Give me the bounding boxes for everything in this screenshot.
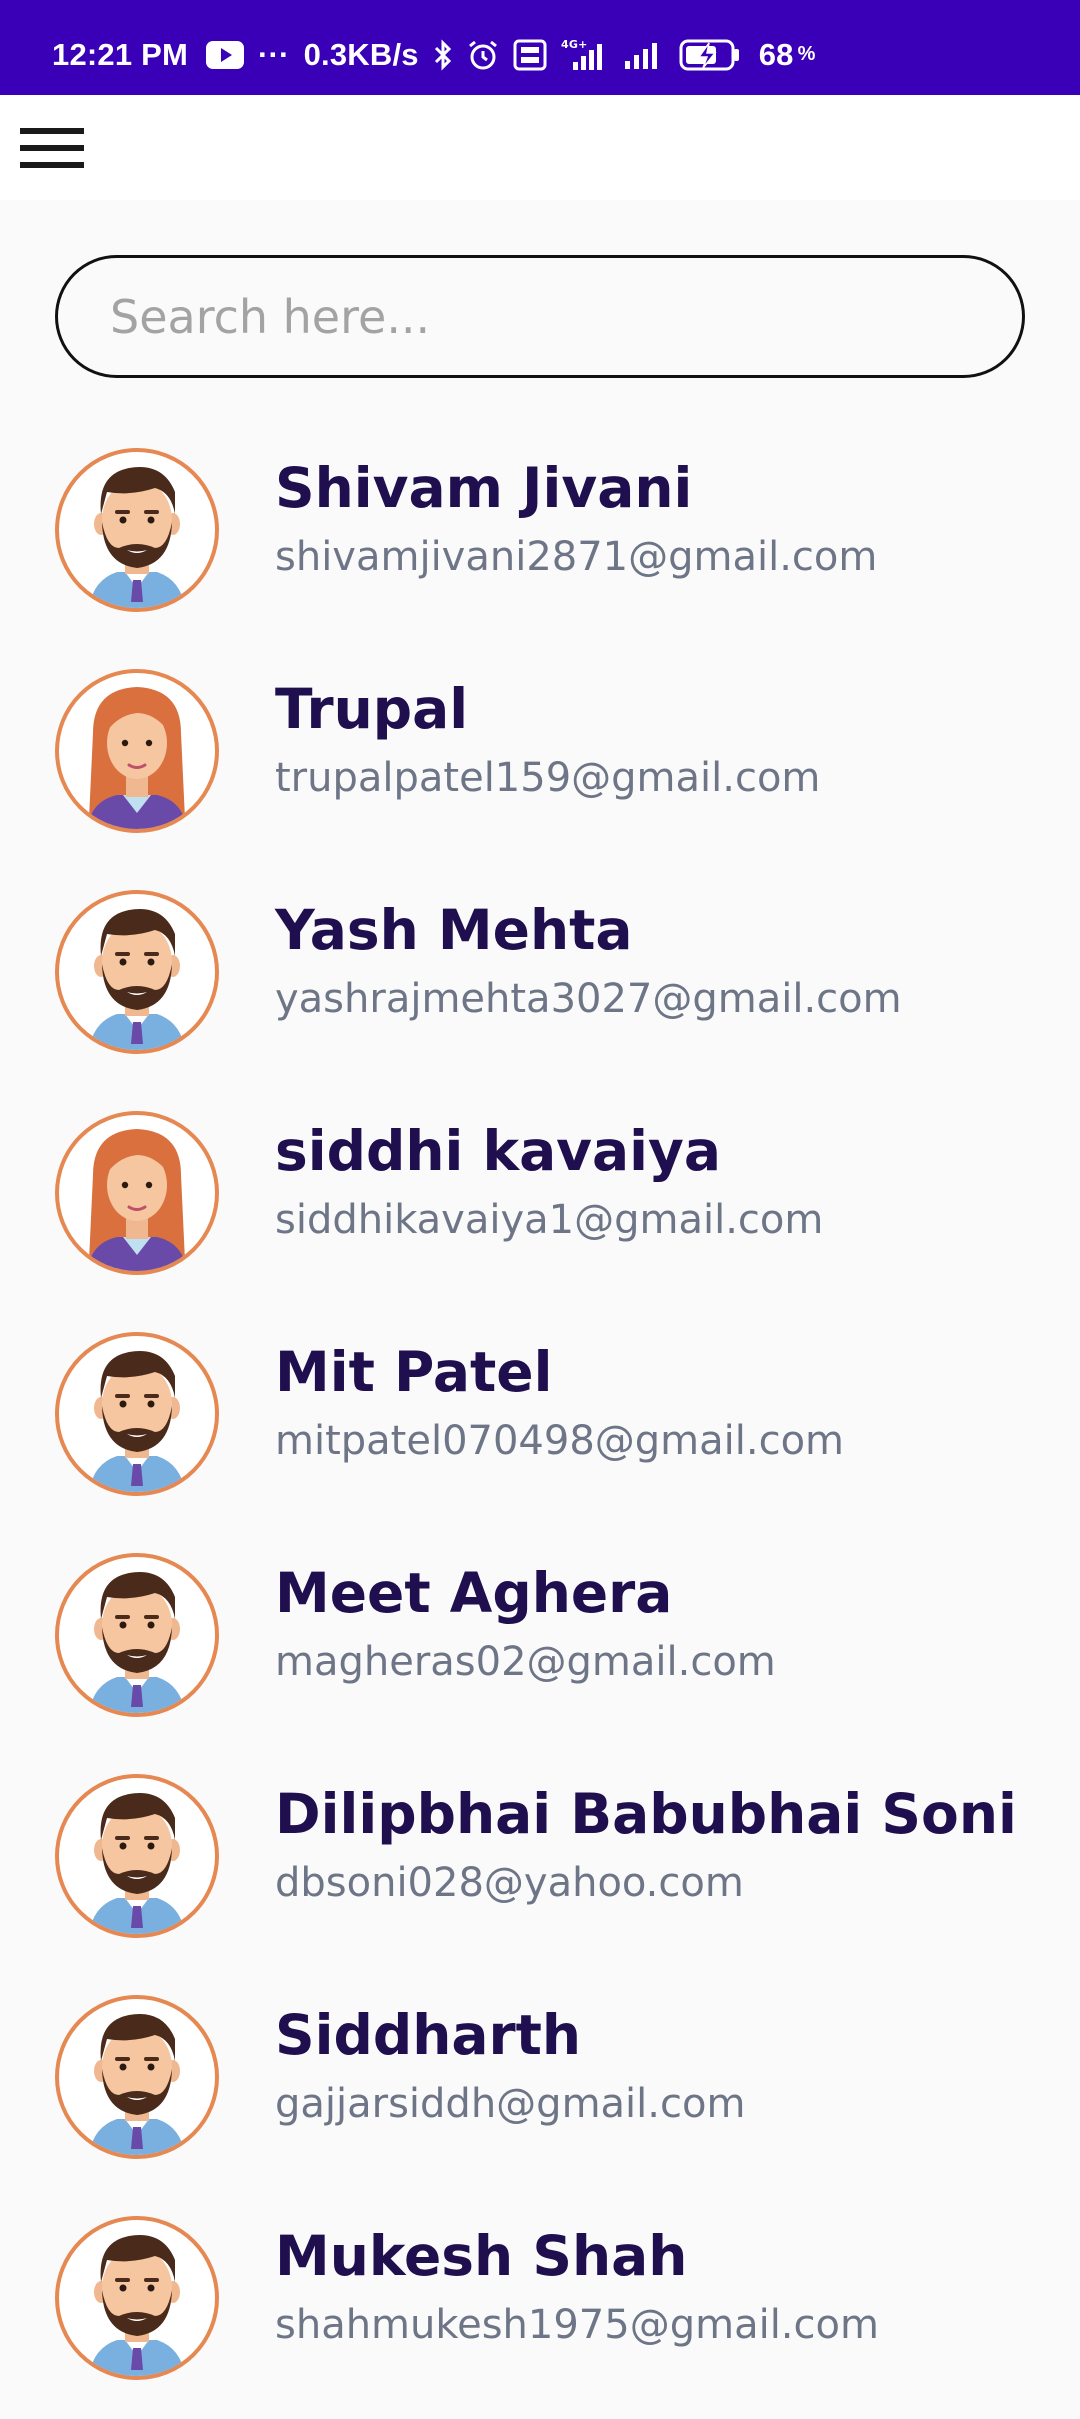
user-name: siddhi kavaiya [275, 1119, 721, 1183]
male-avatar-icon [89, 1572, 185, 1713]
battery-percent: 68 [758, 36, 794, 72]
user-name: Meet Aghera [275, 1561, 673, 1625]
battery-level: 68% [759, 37, 816, 73]
battery-charging-icon [679, 38, 741, 72]
user-name: Mukesh Shah [275, 2224, 688, 2288]
user-list-item[interactable]: Trupal trupalpatel159@gmail.com [0, 651, 1080, 872]
user-email: mitpatel070498@gmail.com [275, 1418, 845, 1464]
user-name: Mit Patel [275, 1340, 553, 1404]
search-box [55, 255, 1025, 378]
user-email: trupalpatel159@gmail.com [275, 755, 821, 801]
menu-button[interactable] [14, 117, 90, 179]
user-name: Shivam Jivani [275, 456, 693, 520]
youtube-icon [206, 40, 244, 69]
male-avatar-icon [89, 2014, 185, 2155]
user-name: Dilipbhai Babubhai Soni [275, 1782, 1017, 1846]
volte-icon [513, 39, 547, 71]
male-avatar-icon [89, 2235, 185, 2376]
alarm-icon [467, 39, 499, 71]
user-email: shahmukesh1975@gmail.com [275, 2302, 879, 2348]
search-input[interactable] [58, 258, 1022, 375]
female-avatar-icon [87, 687, 187, 829]
avatar [55, 1995, 219, 2159]
user-email: yashrajmehta3027@gmail.com [275, 976, 902, 1022]
user-list-item[interactable]: Meet Aghera magheras02@gmail.com [0, 1535, 1080, 1756]
male-avatar-icon [89, 1793, 185, 1934]
bluetooth-icon [433, 38, 453, 71]
status-more-dots: ··· [258, 36, 290, 72]
user-list-item[interactable]: Dilipbhai Babubhai Soni dbsoni028@yahoo.… [0, 1756, 1080, 1977]
avatar [55, 1774, 219, 1938]
avatar [55, 448, 219, 612]
user-list-item[interactable]: Shivam Jivani shivamjivani2871@gmail.com [0, 430, 1080, 651]
status-time: 12:21 PM [52, 36, 188, 72]
user-name: Yash Mehta [275, 898, 633, 962]
male-avatar-icon [89, 467, 185, 608]
signal-strength-icon [623, 39, 665, 71]
avatar [55, 890, 219, 1054]
status-bar: 12:21 PM ··· 0.3KB/s 4G+ 68% [0, 0, 1080, 95]
user-list-item[interactable]: Mit Patel mitpatel070498@gmail.com [0, 1314, 1080, 1535]
avatar [55, 1553, 219, 1717]
user-email: dbsoni028@yahoo.com [275, 1860, 744, 1906]
avatar [55, 2216, 219, 2380]
male-avatar-icon [89, 909, 185, 1050]
user-list-item[interactable]: Siddharth gajjarsiddh@gmail.com [0, 1977, 1080, 2198]
avatar [55, 1332, 219, 1496]
user-email: shivamjivani2871@gmail.com [275, 534, 878, 580]
user-list-item[interactable]: Yash Mehta yashrajmehta3027@gmail.com [0, 872, 1080, 1093]
user-email: magheras02@gmail.com [275, 1639, 776, 1685]
user-list-item[interactable]: siddhi kavaiya siddhikavaiya1@gmail.com [0, 1093, 1080, 1314]
female-avatar-icon [87, 1129, 187, 1271]
network-type-label: 4G+ [561, 38, 588, 51]
user-email: siddhikavaiya1@gmail.com [275, 1197, 824, 1243]
user-list-item[interactable]: Mukesh Shah shahmukesh1975@gmail.com [0, 2198, 1080, 2419]
app-bar [0, 95, 1080, 200]
user-name: Trupal [275, 677, 469, 741]
male-avatar-icon [89, 1351, 185, 1492]
avatar [55, 1111, 219, 1275]
status-network-speed: 0.3KB/s [303, 36, 419, 72]
user-list: Shivam Jivani shivamjivani2871@gmail.com… [0, 430, 1080, 2419]
battery-unit: % [797, 43, 816, 65]
hamburger-menu-icon [20, 128, 84, 168]
signal-4g-icon: 4G+ [561, 38, 609, 72]
avatar [55, 669, 219, 833]
user-email: gajjarsiddh@gmail.com [275, 2081, 746, 2127]
user-name: Siddharth [275, 2003, 582, 2067]
